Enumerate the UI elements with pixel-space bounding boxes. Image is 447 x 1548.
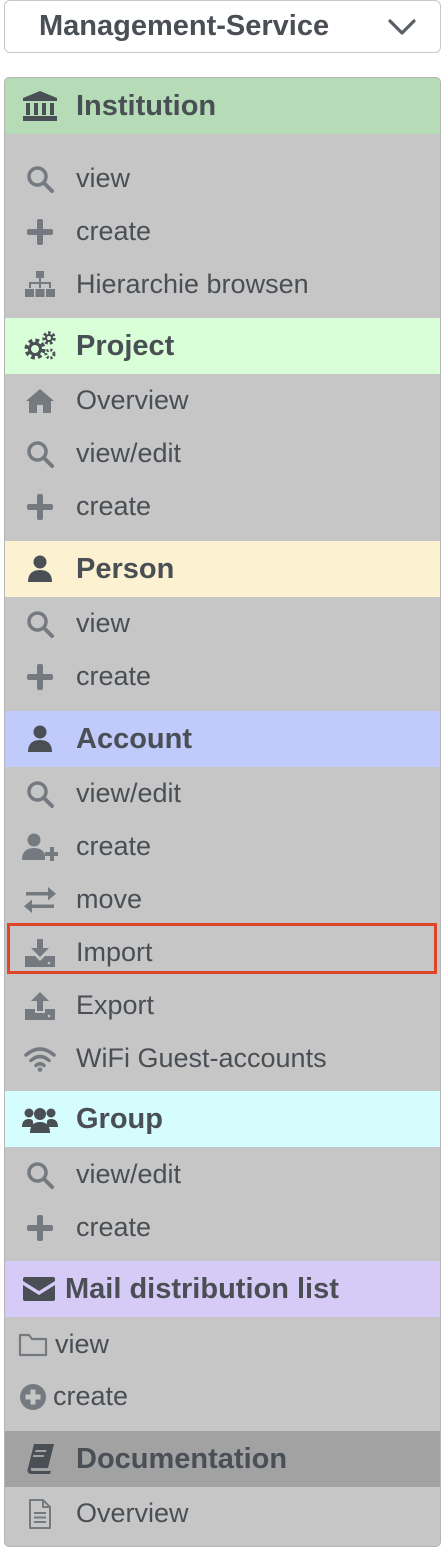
section-header-documentation[interactable]: Documentation <box>5 1431 440 1487</box>
section-title-account: Account <box>76 722 192 755</box>
menu-item-label: create <box>76 1212 152 1242</box>
menu-item-account-view-edit[interactable]: view/edit <box>5 767 440 820</box>
section-header-account[interactable]: Account <box>5 711 440 767</box>
section-title-group: Group <box>76 1102 163 1135</box>
menu-item-hierarchie-browsen[interactable]: Hierarchie browsen <box>5 258 440 311</box>
menu-item-account-create[interactable]: create <box>5 820 440 873</box>
users-icon <box>20 1099 60 1139</box>
menu-item-label: Overview <box>76 1498 189 1528</box>
section-header-mail-distribution-list[interactable]: Mail distribution list <box>5 1261 440 1317</box>
search-icon <box>20 604 60 644</box>
plus-icon <box>20 212 60 252</box>
menu-item-label: Overview <box>76 385 189 415</box>
section-title-person: Person <box>76 552 175 585</box>
menu-item-account-move[interactable]: move <box>5 873 440 926</box>
menu-item-documentation-overview[interactable]: Overview <box>5 1487 440 1540</box>
section-header-project[interactable]: Project <box>5 318 440 374</box>
search-icon <box>20 1155 60 1195</box>
search-icon <box>20 434 60 474</box>
menu-item-person-view[interactable]: view <box>5 597 440 650</box>
envelope-icon <box>19 1269 59 1309</box>
section-title-mail: Mail distribution list <box>65 1272 339 1305</box>
menu-item-label: create <box>76 661 152 691</box>
menu-item-label: Export <box>76 990 155 1020</box>
menu-item-group-view-edit[interactable]: view/edit <box>5 1148 440 1201</box>
cogs-icon <box>20 326 60 366</box>
menu-item-institution-view[interactable]: view <box>5 152 440 205</box>
highlight-box-import <box>7 923 437 974</box>
section-header-institution[interactable]: Institution <box>5 78 440 134</box>
menu-item-project-overview[interactable]: Overview <box>5 374 440 427</box>
institution-icon <box>20 86 60 126</box>
folder-icon <box>15 1325 51 1365</box>
plus-icon <box>20 657 60 697</box>
menu-item-person-create[interactable]: create <box>5 650 440 703</box>
menu-item-label: create <box>76 831 152 861</box>
menu-item-label: create <box>53 1381 129 1411</box>
plus-icon <box>20 1208 60 1248</box>
file-text-icon <box>20 1494 60 1534</box>
menu-item-institution-create[interactable]: create <box>5 205 440 258</box>
home-icon <box>20 381 60 421</box>
plus-icon <box>20 487 60 527</box>
search-icon <box>20 774 60 814</box>
section-title-documentation: Documentation <box>76 1442 288 1475</box>
plus-circle-icon <box>15 1377 51 1417</box>
menu-item-mail-create[interactable]: create <box>5 1370 440 1423</box>
user-icon <box>20 549 60 589</box>
search-icon <box>20 159 60 199</box>
menu-item-mail-view[interactable]: view <box>5 1318 440 1371</box>
menu-item-label: create <box>76 216 152 246</box>
section-header-person[interactable]: Person <box>5 541 440 597</box>
upload-icon <box>20 986 60 1026</box>
book-icon <box>20 1439 60 1479</box>
service-select-value: Management-Service <box>39 10 330 42</box>
section-title-project: Project <box>76 329 175 362</box>
service-select[interactable]: Management-Service <box>4 0 441 53</box>
menu-item-label: view <box>76 608 131 638</box>
section-title-institution: Institution <box>76 89 217 122</box>
user-plus-icon <box>20 827 60 867</box>
navigation-menu: Institution view create Hierarchie brows… <box>4 77 441 1547</box>
section-header-group[interactable]: Group <box>5 1091 440 1147</box>
menu-item-label: create <box>76 491 152 521</box>
menu-item-project-create[interactable]: create <box>5 480 440 533</box>
sitemap-icon <box>20 265 60 305</box>
chevron-down-icon <box>388 18 416 35</box>
menu-item-label: view <box>55 1329 110 1359</box>
menu-item-label: WiFi Guest-accounts <box>76 1043 327 1073</box>
menu-item-label: Hierarchie browsen <box>76 269 309 299</box>
menu-item-label: view/edit <box>76 1159 182 1189</box>
menu-item-label: view/edit <box>76 438 182 468</box>
menu-item-project-view-edit[interactable]: view/edit <box>5 427 440 480</box>
menu-item-label: view/edit <box>76 778 182 808</box>
exchange-icon <box>20 880 60 920</box>
user-icon <box>20 719 60 759</box>
menu-item-label: view <box>76 163 131 193</box>
menu-item-account-export[interactable]: Export <box>5 979 440 1032</box>
menu-item-group-create[interactable]: create <box>5 1201 440 1254</box>
menu-item-label: move <box>76 884 143 914</box>
menu-item-account-wifi-guest[interactable]: WiFi Guest-accounts <box>5 1032 440 1085</box>
wifi-icon <box>20 1039 60 1079</box>
